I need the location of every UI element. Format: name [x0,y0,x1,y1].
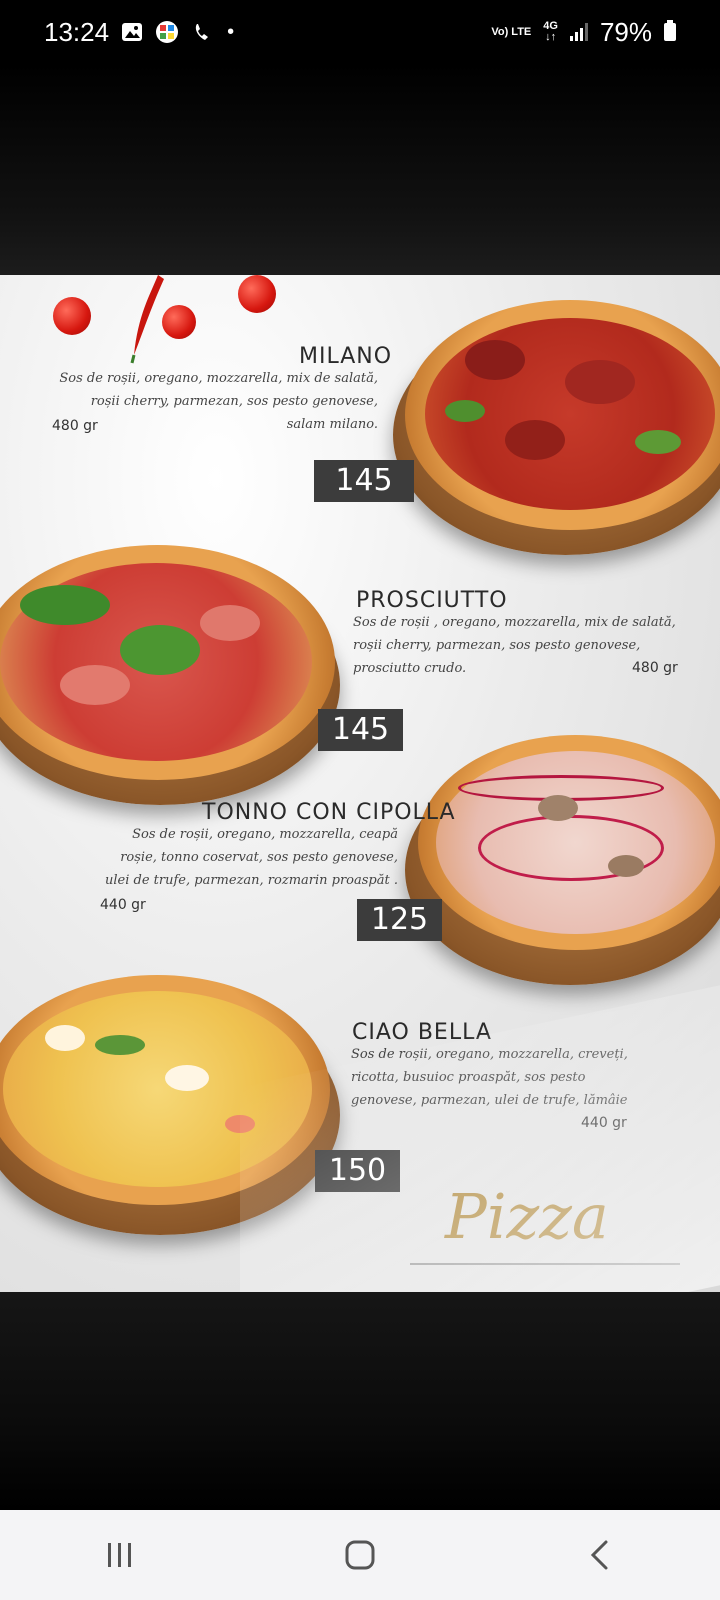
pizza-weight: 440 gr [100,897,146,913]
navigation-bar [0,1510,720,1600]
pizza-price: 150 [315,1150,400,1192]
pizza-name: CIAO BELLA [352,1020,492,1045]
status-time: 13:24 [44,16,110,47]
call-icon [195,24,209,40]
tomato-icon [53,297,91,335]
recent-apps-icon [108,1543,131,1567]
pizza-image [405,300,720,530]
notification-dot-icon: • [227,20,235,43]
image-viewer-background [0,64,720,275]
pizza-name: MILANO [299,344,393,369]
pizza-weight: 480 gr [52,418,98,434]
mobile-data-indicator: 4G ↓↑ [543,20,558,43]
battery-percent: 79% [599,16,652,47]
title-divider [410,1263,680,1265]
chili-pepper-icon [130,275,164,364]
back-icon [590,1540,608,1570]
app-notification-icon [156,21,179,43]
pizza-image [0,975,330,1205]
pizza-menu-image[interactable]: MILANO Sos de roșii, oregano, mozzarella… [0,275,720,1292]
pizza-name: PROSCIUTTO [356,588,508,613]
pizza-name: TONNO CON CIPOLLA [202,800,456,825]
pizza-weight: 480 gr [632,660,678,676]
pizza-price: 145 [314,460,414,502]
gallery-icon [122,23,143,41]
pizza-description: Sos de roșii, oregano, mozzarella, creve… [351,1047,628,1108]
pizza-price: 145 [318,709,403,751]
pizza-weight: 440 gr [581,1115,627,1131]
tomato-icon [238,275,276,313]
back-button[interactable] [560,1525,640,1585]
signal-icon [569,23,588,41]
battery-icon [664,20,676,41]
pizza-price: 125 [357,899,442,941]
volte-indicator: Vo) LTE [491,25,532,38]
recent-apps-button[interactable] [80,1525,160,1585]
pizza-image [418,735,720,950]
status-bar: 13:24 • Vo) LTE 4G ↓↑ 79% [0,0,720,64]
home-button[interactable] [320,1525,400,1585]
section-title: Pizza [445,1180,609,1253]
pizza-description: Sos de roșii, oregano, mozzarella, mix d… [59,371,378,432]
home-icon [345,1540,375,1570]
image-viewer-background [0,1292,720,1510]
pizza-description: Sos de roșii, oregano, mozzarella, ceapă… [105,827,398,888]
